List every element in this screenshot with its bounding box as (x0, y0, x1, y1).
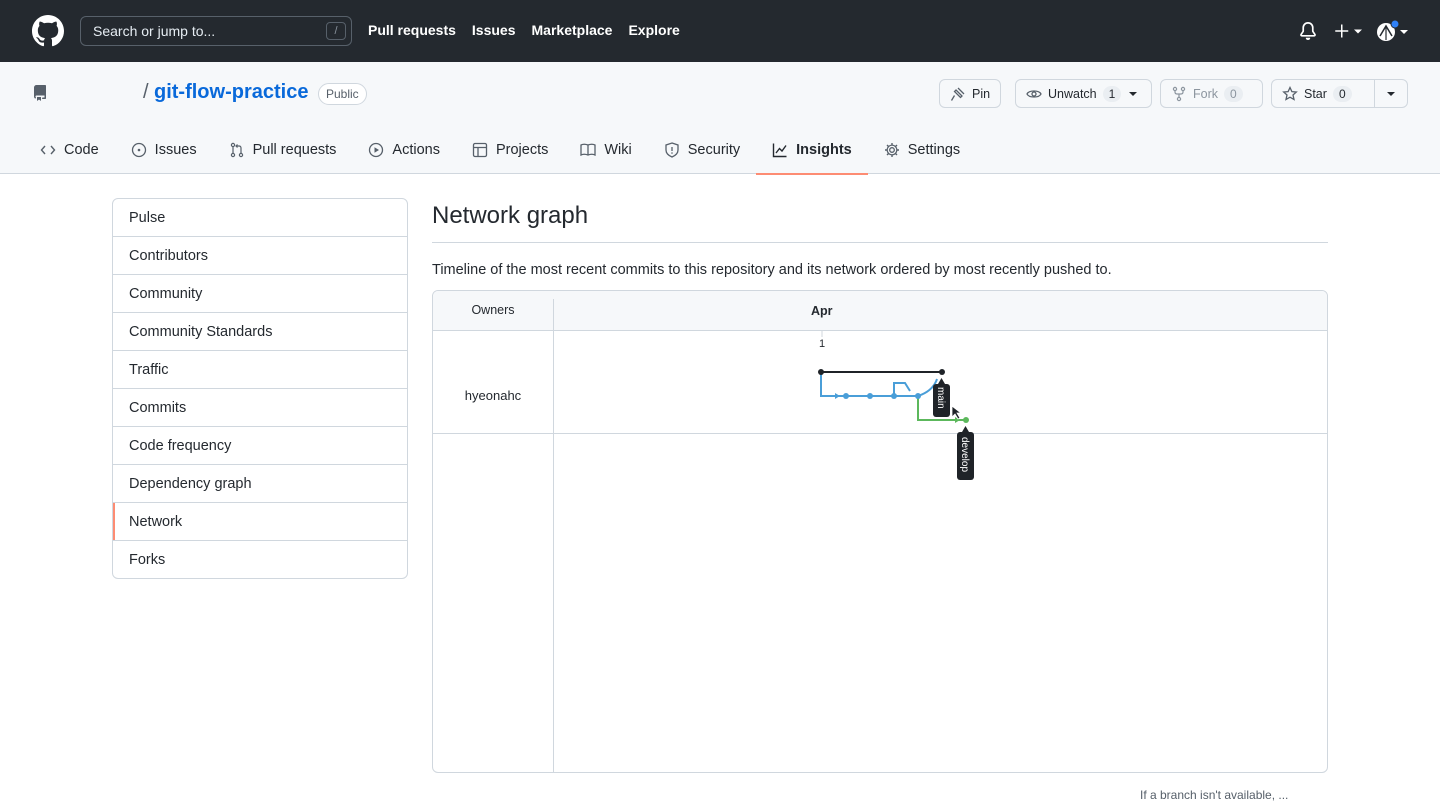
fork-button[interactable]: Fork 0 (1160, 79, 1263, 108)
unwatch-label: Unwatch (1048, 86, 1097, 101)
repo-name-link[interactable]: git-flow-practice (154, 81, 308, 104)
sidebar-item-forks[interactable]: Forks (113, 541, 407, 578)
page-description: Timeline of the most recent commits to t… (432, 262, 1112, 278)
global-header: Search or jump to... / Pull requests Iss… (0, 0, 1440, 62)
tab-pull-requests[interactable]: Pull requests (221, 126, 345, 174)
create-new-menu-icon[interactable] (1333, 21, 1365, 41)
watch-count: 1 (1102, 85, 1122, 102)
nav-explore[interactable]: Explore (628, 22, 679, 38)
search-shortcut-key: / (326, 22, 346, 40)
tab-code-label: Code (64, 142, 99, 158)
tab-actions-label: Actions (392, 142, 440, 158)
star-icon (1282, 85, 1298, 101)
sidebar-item-code-frequency[interactable]: Code frequency (113, 427, 407, 465)
shield-icon (665, 142, 679, 158)
fork-count: 0 (1224, 85, 1243, 102)
fork-icon (1172, 86, 1186, 101)
pin-icon (950, 87, 965, 101)
sidebar-item-community-standards[interactable]: Community Standards (113, 313, 407, 351)
commit-arrow (835, 393, 840, 399)
network-graph[interactable]: Owners Apr hyeonahc 1 main develop (432, 290, 1328, 773)
sidebar-item-network[interactable]: Network (113, 503, 407, 541)
branch-line-blue-merge (893, 382, 911, 396)
search-placeholder: Search or jump to... (93, 23, 216, 39)
bell-icon[interactable] (1299, 22, 1317, 40)
nav-pull-requests[interactable]: Pull requests (368, 22, 456, 38)
tab-settings-label: Settings (907, 142, 961, 158)
tab-insights[interactable]: Insights (756, 126, 868, 175)
fork-label: Fork (1193, 86, 1218, 101)
sidebar-item-community[interactable]: Community (113, 275, 407, 313)
commit-graph-canvas: main develop (818, 331, 974, 480)
repo-header: / git-flow-practice Public Pin Unwatch 1… (0, 62, 1440, 175)
sidebar-item-commits[interactable]: Commits (113, 389, 407, 427)
global-nav: Pull requests Issues Marketplace Explore (368, 22, 680, 38)
star-count: 0 (1332, 85, 1352, 102)
unwatch-button[interactable]: Unwatch 1 (1015, 79, 1152, 108)
chevron-down-icon (1129, 91, 1138, 96)
pin-button[interactable]: Pin (939, 79, 1002, 108)
repo-tabs: Code Issues Pull requests Actions Projec… (32, 126, 984, 175)
tab-wiki[interactable]: Wiki (572, 126, 639, 174)
tab-code[interactable]: Code (32, 126, 107, 174)
sidebar-item-contributors[interactable]: Contributors (113, 237, 407, 275)
pin-label: Pin (972, 86, 991, 101)
tab-settings[interactable]: Settings (876, 126, 968, 174)
star-label: Star (1304, 86, 1327, 101)
pull-request-icon (230, 142, 243, 158)
page-title: Network graph (432, 202, 589, 229)
tab-insights-label: Insights (796, 142, 852, 158)
commit-dot[interactable] (963, 417, 969, 423)
tab-wiki-label: Wiki (604, 142, 632, 158)
tab-projects-label: Projects (495, 142, 549, 158)
code-icon (40, 145, 56, 155)
sidebar-item-dependency-graph[interactable]: Dependency graph (113, 465, 407, 503)
graph-icon (772, 143, 787, 158)
sidebar-item-pulse[interactable]: Pulse (113, 199, 407, 237)
repo-path-separator: / (143, 81, 149, 103)
tab-issues-label: Issues (154, 142, 197, 158)
nav-marketplace[interactable]: Marketplace (532, 22, 613, 38)
issue-icon (131, 142, 146, 158)
commit-dot[interactable] (843, 393, 849, 399)
visibility-badge: Public (318, 83, 367, 105)
table-icon (472, 142, 488, 158)
tab-security-label: Security (687, 142, 741, 158)
nav-issues[interactable]: Issues (472, 22, 516, 38)
commit-dot[interactable] (867, 393, 873, 399)
gear-icon (884, 143, 899, 157)
branch-label-develop-text: develop (959, 437, 970, 472)
tab-issues[interactable]: Issues (123, 126, 205, 174)
commit-dot[interactable] (915, 393, 921, 399)
star-button[interactable]: Star 0 (1271, 79, 1375, 108)
eye-icon (1026, 89, 1042, 98)
user-avatar-menu[interactable] (1376, 20, 1410, 42)
play-icon (369, 142, 384, 158)
commit-dot[interactable] (939, 369, 945, 375)
star-lists-dropdown[interactable] (1374, 79, 1408, 108)
branch-label-develop[interactable]: develop (957, 426, 974, 480)
chevron-down-icon (1387, 91, 1395, 96)
github-logo-icon[interactable] (32, 15, 64, 47)
sidebar-item-traffic[interactable]: Traffic (113, 351, 407, 389)
search-input[interactable]: Search or jump to... / (80, 16, 352, 46)
repo-icon (34, 85, 46, 101)
tab-projects[interactable]: Projects (464, 126, 556, 174)
tab-pull-requests-label: Pull requests (252, 142, 337, 158)
commit-dot[interactable] (818, 369, 824, 375)
insights-sidebar: Pulse Contributors Community Community S… (112, 198, 408, 579)
tab-actions[interactable]: Actions (360, 126, 448, 174)
footer-note: If a branch isn't available, ... (1140, 788, 1289, 802)
branch-label-main-text: main (935, 387, 946, 409)
title-divider (432, 242, 1328, 243)
mouse-cursor-icon (951, 405, 963, 420)
tab-security[interactable]: Security (656, 126, 748, 174)
commit-dot[interactable] (891, 393, 897, 399)
book-icon (580, 143, 597, 157)
